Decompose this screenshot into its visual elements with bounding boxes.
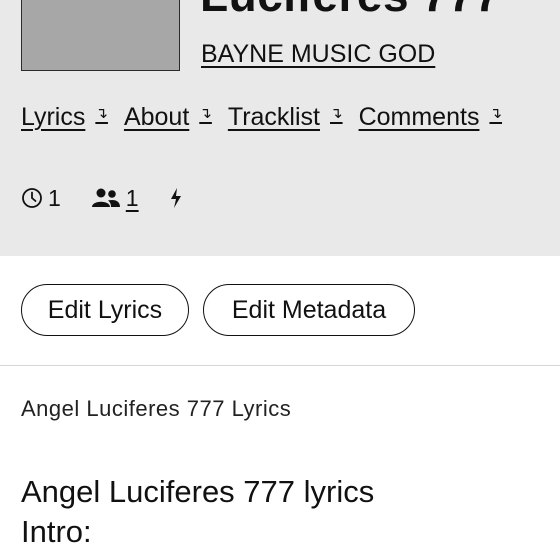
nav-comments-label: Comments	[358, 102, 480, 131]
song-header: Luciferes 777 BAYNE MUSIC GOD Lyrics ↴ Ab…	[0, 0, 560, 256]
nav-tracklist[interactable]: Tracklist ↴	[228, 103, 343, 132]
nav-comments[interactable]: Comments ↴	[359, 103, 502, 132]
crescent-moon-icon	[74, 0, 164, 21]
jump-arrow-icon: ↴	[95, 105, 108, 122]
nav-lyrics[interactable]: Lyrics ↴	[21, 103, 108, 132]
album-cover-image[interactable]	[21, 0, 180, 71]
jump-arrow-icon: ↴	[330, 105, 343, 122]
lyrics-heading: Angel Luciferes 777 Lyrics	[21, 396, 292, 421]
lyrics-line: Intro:	[21, 514, 92, 549]
pyongs-stat[interactable]	[169, 187, 183, 209]
views-stat: 1	[21, 185, 61, 212]
lightning-icon	[170, 188, 181, 208]
contributors-count[interactable]: 1	[126, 185, 139, 212]
jump-arrow-icon: ↴	[489, 105, 503, 122]
lyrics-line: Angel Luciferes 777 lyrics	[21, 474, 375, 509]
section-nav: Lyrics ↴ About ↴ Tracklist ↴ Comments ↴	[21, 101, 518, 133]
contributors-stat[interactable]: 1	[91, 185, 139, 212]
people-icon	[91, 188, 120, 207]
nav-about-label: About	[123, 102, 190, 131]
nav-tracklist-label: Tracklist	[227, 102, 320, 131]
clock-icon	[22, 188, 42, 208]
song-title: Luciferes 777	[200, 0, 501, 22]
nav-about[interactable]: About ↴	[124, 103, 212, 132]
edit-metadata-button[interactable]: Edit Metadata	[203, 284, 415, 336]
views-count: 1	[48, 184, 61, 211]
divider	[0, 365, 560, 366]
nav-lyrics-label: Lyrics	[21, 102, 86, 131]
jump-arrow-icon: ↴	[199, 105, 212, 122]
song-stats: 1 1	[21, 183, 213, 213]
edit-lyrics-button[interactable]: Edit Lyrics	[21, 284, 189, 336]
lyrics-body: Angel Luciferes 777 lyrics Intro:	[21, 472, 374, 552]
artist-link[interactable]: BAYNE MUSIC GOD	[201, 40, 435, 69]
